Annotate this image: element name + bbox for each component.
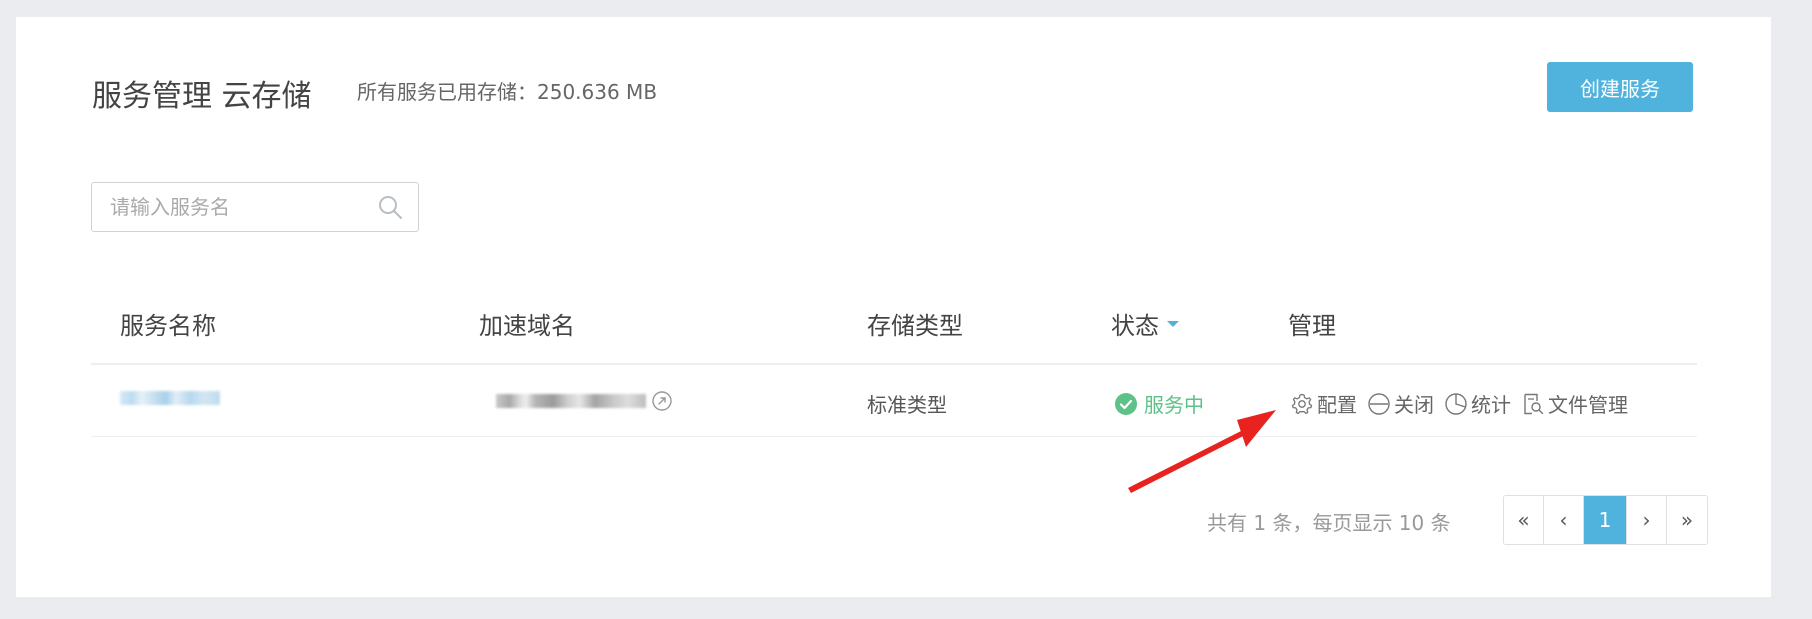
services-table: 服务名称 加速域名 存储类型 状态 管理 标准类型 服务中 配置 关闭 统计 文…	[91, 272, 1697, 437]
status-cell: 服务中	[1114, 389, 1204, 418]
storage-summary: 所有服务已用存储：250.636 MB	[357, 80, 658, 104]
stats-label: 统计	[1471, 393, 1511, 417]
column-header-storage-type: 存储类型	[867, 306, 963, 341]
gear-icon	[1291, 393, 1313, 414]
column-label: 存储类型	[867, 312, 963, 340]
column-label: 加速域名	[479, 312, 575, 340]
first-page-button[interactable]: «	[1504, 496, 1544, 544]
status-label: 服务中	[1144, 393, 1204, 417]
column-label: 服务名称	[120, 312, 216, 340]
search-input[interactable]	[92, 183, 377, 231]
column-header-domain: 加速域名	[479, 306, 575, 341]
manage-cell: 配置 关闭 统计 文件管理	[1290, 389, 1638, 418]
table-header: 服务名称 加速域名 存储类型 状态 管理	[91, 272, 1697, 365]
column-header-manage: 管理	[1288, 306, 1336, 341]
file-manage-label: 文件管理	[1548, 393, 1628, 417]
page-title: 服务管理 云存储	[92, 79, 312, 114]
sort-caret-icon[interactable]	[1167, 320, 1179, 327]
service-name-cell[interactable]	[120, 389, 220, 405]
minus-circle-icon	[1368, 392, 1390, 415]
close-action[interactable]: 关闭	[1367, 389, 1434, 418]
current-page-button[interactable]: 1	[1584, 496, 1627, 544]
redacted-domain	[496, 394, 646, 408]
close-label: 关闭	[1394, 393, 1434, 417]
copy-icon[interactable]	[650, 389, 674, 413]
redacted-service-name[interactable]	[120, 391, 220, 405]
main-card: 服务管理 云存储 所有服务已用存储：250.636 MB 创建服务 服务名称 加…	[16, 17, 1771, 597]
column-label: 状态	[1111, 312, 1159, 340]
column-header-status[interactable]: 状态	[1111, 306, 1179, 341]
config-label: 配置	[1317, 393, 1357, 417]
file-search-icon	[1524, 393, 1544, 414]
check-circle-icon	[1115, 392, 1137, 415]
table-row: 标准类型 服务中 配置 关闭 统计 文件管理	[91, 365, 1697, 437]
create-service-button[interactable]: 创建服务	[1547, 62, 1693, 112]
prev-page-button[interactable]: ‹	[1544, 496, 1584, 544]
next-page-button[interactable]: ›	[1627, 496, 1667, 544]
column-label: 管理	[1288, 312, 1336, 340]
file-manage-action[interactable]: 文件管理	[1521, 389, 1628, 418]
domain-cell	[496, 389, 674, 413]
last-page-button[interactable]: »	[1667, 496, 1707, 544]
column-header-service-name: 服务名称	[120, 306, 216, 341]
config-action[interactable]: 配置	[1290, 389, 1357, 418]
pie-chart-icon	[1445, 392, 1467, 415]
search-box	[91, 182, 419, 232]
stats-action[interactable]: 统计	[1444, 389, 1511, 418]
search-icon[interactable]	[377, 192, 403, 222]
storage-type-cell: 标准类型	[867, 393, 947, 417]
pager: « ‹ 1 › »	[1503, 495, 1708, 545]
pagination-info: 共有 1 条，每页显示 10 条	[1207, 511, 1451, 535]
